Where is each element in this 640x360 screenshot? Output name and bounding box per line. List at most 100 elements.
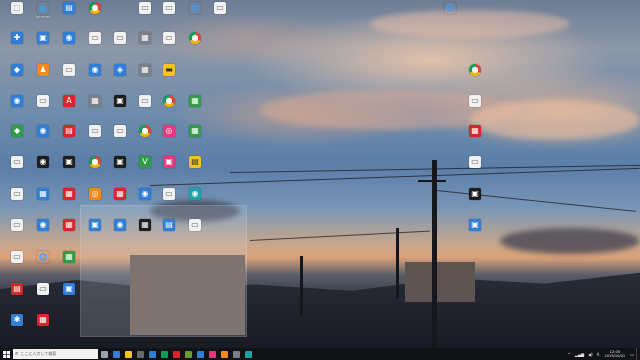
desktop-icon[interactable]: ◈ <box>109 64 131 77</box>
desktop-icon[interactable]: ● <box>84 156 106 169</box>
desktop-icon[interactable]: ▭ <box>109 32 131 45</box>
desktop-icon[interactable]: ◉ <box>134 188 156 201</box>
desktop-icon[interactable]: ● <box>158 95 180 108</box>
desktop-icon[interactable]: ▭ <box>84 32 106 45</box>
search-box[interactable]: ⌕ ここに入力して検索 <box>13 349 98 359</box>
desktop-icon[interactable]: ▦ <box>32 188 54 201</box>
desktop-icon[interactable]: ▦ <box>84 95 106 108</box>
desktop-icon[interactable]: ▣ <box>158 156 180 169</box>
desktop-icon[interactable]: ◉ <box>32 156 54 169</box>
desktop-icon[interactable]: ● <box>464 64 486 77</box>
desktop-icon[interactable]: ▭ <box>158 188 180 201</box>
desktop-icon[interactable]: ▬ <box>158 64 180 77</box>
desktop-icon[interactable]: ▦ <box>32 314 54 327</box>
notification-icon[interactable]: ▭ <box>628 352 636 357</box>
network-icon[interactable]: ▂▄▆ <box>573 352 586 357</box>
desktop-icon[interactable]: ▭ <box>6 156 28 169</box>
desktop-icon[interactable]: e Internet <box>32 2 54 20</box>
desktop-icon[interactable]: ▦ <box>184 125 206 138</box>
desktop-icon[interactable]: ▭ <box>84 125 106 138</box>
desktop-icon[interactable]: ▦ <box>134 32 156 45</box>
taskbar-app-app-7[interactable] <box>170 348 182 360</box>
taskbar-app-chrome[interactable] <box>158 348 170 360</box>
desktop-icon[interactable]: ▦ <box>109 188 131 201</box>
desktop-icon[interactable]: ▦ <box>134 64 156 77</box>
desktop-icon[interactable]: ▭ <box>6 251 28 264</box>
desktop-icon[interactable]: ▤ <box>58 125 80 138</box>
desktop-icon[interactable]: ◉ <box>32 125 54 138</box>
desktop-icon[interactable]: ▤ <box>6 283 28 296</box>
desktop-icon[interactable]: ▣ <box>58 156 80 169</box>
taskbar-app-file-explorer[interactable] <box>122 348 134 360</box>
desktop-icon[interactable]: V <box>134 156 156 169</box>
desktop-icon[interactable]: ♟ <box>32 64 54 77</box>
desktop-icon[interactable]: ▭ <box>464 156 486 169</box>
taskbar-app-app-8[interactable] <box>182 348 194 360</box>
desktop-icon[interactable]: ▭ <box>209 2 231 15</box>
desktop-icon[interactable]: ◉ <box>58 32 80 45</box>
desktop-icon[interactable]: ✱ <box>6 314 28 327</box>
desktop-icon[interactable]: ◉ <box>184 188 206 201</box>
tray-overflow-icon[interactable]: ^ <box>566 352 573 357</box>
desktop-icon[interactable]: ▭ <box>134 2 156 15</box>
desktop-icon[interactable]: ⚙ <box>32 251 54 264</box>
desktop-icon[interactable]: ▭ <box>58 64 80 77</box>
desktop-icon[interactable]: ● <box>84 2 106 15</box>
clock[interactable]: 12:00 2019/10/01 <box>602 350 629 358</box>
desktop-icon[interactable]: ▦ <box>58 188 80 201</box>
desktop-icon[interactable]: ◉ <box>109 219 131 232</box>
desktop-icon[interactable]: A <box>58 95 80 108</box>
desktop-icon[interactable]: ▤ <box>58 2 80 15</box>
desktop-icon[interactable]: ▣ <box>109 156 131 169</box>
desktop-icon[interactable]: ▤ <box>184 156 206 169</box>
taskbar-app-edge[interactable] <box>110 348 122 360</box>
desktop-icon[interactable]: ▭ <box>464 95 486 108</box>
desktop-icon[interactable]: ⚙ <box>184 2 206 15</box>
desktop-icon[interactable]: ▭ <box>158 2 180 15</box>
desktop-icon[interactable]: ▣ <box>109 95 131 108</box>
desktop-icon[interactable]: ● <box>184 32 206 45</box>
taskbar-app-mail[interactable] <box>146 348 158 360</box>
desktop-icon[interactable]: ▭ <box>158 32 180 45</box>
ime-indicator[interactable]: A <box>595 352 602 357</box>
desktop-icon[interactable]: ▭ <box>32 283 54 296</box>
desktop-icon[interactable]: ▣ <box>464 219 486 232</box>
desktop-icon[interactable]: ◉ <box>84 64 106 77</box>
desktop-icon[interactable]: ◎ <box>158 125 180 138</box>
desktop-icon[interactable]: ▭ <box>6 219 28 232</box>
desktop-icon[interactable]: ▣ <box>84 219 106 232</box>
desktop-icon[interactable]: ◆ <box>6 64 28 77</box>
start-button[interactable] <box>0 348 12 360</box>
desktop-icon[interactable]: ▭ <box>32 95 54 108</box>
taskbar-app-app-11[interactable] <box>218 348 230 360</box>
desktop-icon[interactable]: ▣ <box>32 32 54 45</box>
taskbar-app-app-13[interactable] <box>242 348 254 360</box>
desktop-icon[interactable]: ● <box>134 125 156 138</box>
taskbar-app-app-10[interactable] <box>206 348 218 360</box>
desktop-icon[interactable]: ⚙ <box>439 2 461 15</box>
desktop-icon[interactable]: ◉ <box>32 219 54 232</box>
desktop-icon[interactable]: ▭ <box>184 219 206 232</box>
desktop-icon[interactable]: ▭ <box>134 95 156 108</box>
desktop-icon[interactable]: ✚ <box>6 32 28 45</box>
desktop-icon[interactable]: ▦ <box>58 251 80 264</box>
desktop-icon[interactable]: ▤ <box>158 219 180 232</box>
desktop-icon[interactable]: ▣ <box>58 283 80 296</box>
desktop-icon[interactable]: ▦ <box>134 219 156 232</box>
desktop-icon[interactable]: ▣ <box>464 188 486 201</box>
desktop-icon[interactable]: ◉ <box>6 95 28 108</box>
taskbar-app-task-view[interactable] <box>98 348 110 360</box>
desktop-icon[interactable]: ▭ <box>109 125 131 138</box>
desktop-icon[interactable]: ▦ <box>58 219 80 232</box>
show-desktop-button[interactable] <box>636 348 640 360</box>
desktop-icon[interactable]: ⬚ <box>6 2 28 15</box>
taskbar-app-app-12[interactable] <box>230 348 242 360</box>
desktop-icon[interactable]: ▦ <box>464 125 486 138</box>
desktop-icon[interactable]: ◎ <box>84 188 106 201</box>
taskbar-app-app-9[interactable] <box>194 348 206 360</box>
volume-icon[interactable]: ◀) <box>586 352 595 357</box>
taskbar-app-store[interactable] <box>134 348 146 360</box>
desktop-icon[interactable]: ▦ <box>184 95 206 108</box>
desktop-icon[interactable]: ▭ <box>6 188 28 201</box>
desktop-icon[interactable]: ◆ <box>6 125 28 138</box>
